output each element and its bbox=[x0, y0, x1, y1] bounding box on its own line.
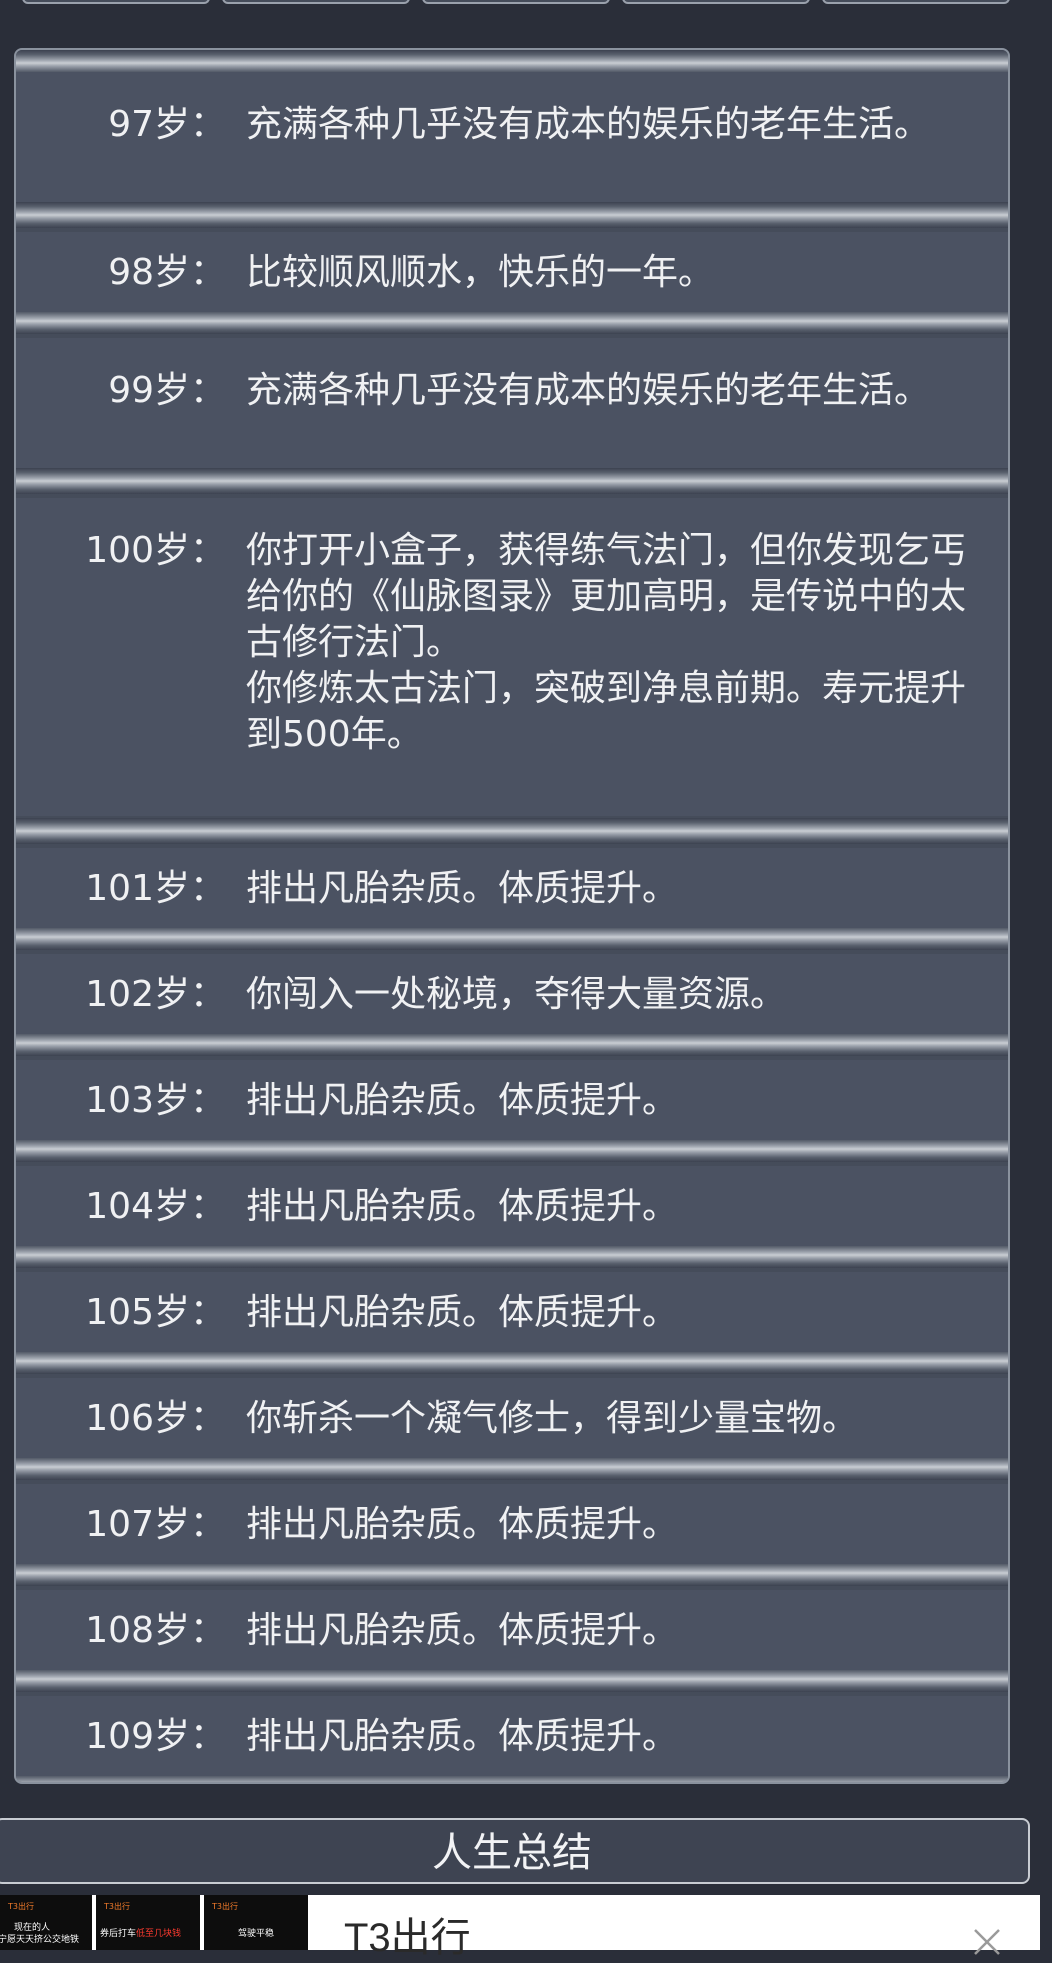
log-entry-text: 排出凡胎杂质。体质提升。 bbox=[246, 868, 679, 909]
log-entry: 98岁： 比较顺风顺水，快乐的一年。 bbox=[16, 232, 1008, 312]
life-log-panel[interactable]: 97岁： 充满各种几乎没有成本的娱乐的老年生活。 98岁： 比较顺风顺水，快乐的一年。… bbox=[14, 48, 1010, 1784]
top-tab-2[interactable] bbox=[222, 0, 410, 4]
log-entry-text: 排出凡胎杂质。体质提升。 bbox=[246, 1610, 679, 1651]
log-entry-age: 101岁： bbox=[85, 868, 226, 909]
log-entry: 101岁： 排出凡胎杂质。体质提升。 bbox=[16, 848, 1008, 928]
log-entry-text: 充满各种几乎没有成本的娱乐的老年生活。 bbox=[246, 370, 931, 411]
top-tab-3[interactable] bbox=[422, 0, 610, 4]
log-divider bbox=[16, 818, 1008, 844]
log-entry-text: 排出凡胎杂质。体质提升。 bbox=[246, 1186, 679, 1227]
log-entry-age: 103岁： bbox=[85, 1080, 226, 1121]
log-entry-age: 106岁： bbox=[85, 1398, 226, 1439]
log-divider bbox=[16, 202, 1008, 228]
log-entry-age: 99岁： bbox=[108, 370, 226, 411]
log-entry-text: 比较顺风顺水，快乐的一年。 bbox=[246, 252, 715, 293]
top-tab-4[interactable] bbox=[622, 0, 810, 4]
log-entry-age: 102岁： bbox=[85, 974, 226, 1015]
log-entry-text: 排出凡胎杂质。体质提升。 bbox=[246, 1716, 679, 1757]
log-entry-age: 104岁： bbox=[85, 1186, 226, 1227]
log-entry-age: 109岁： bbox=[85, 1716, 226, 1757]
ad-thumb-logo: T3出行 bbox=[212, 1902, 238, 1911]
log-entry-text: 排出凡胎杂质。体质提升。 bbox=[246, 1080, 679, 1121]
ad-title[interactable]: T3出行 bbox=[344, 1905, 471, 1963]
log-entry-age: 105岁： bbox=[85, 1292, 226, 1333]
log-entry: 108岁： 排出凡胎杂质。体质提升。 bbox=[16, 1590, 1008, 1670]
ad-thumb-1[interactable]: T3出行 现在的人 宁愿天天挤公交地铁 bbox=[0, 1895, 92, 1950]
ad-thumb-3[interactable]: T3出行 驾驶平稳 bbox=[204, 1895, 308, 1950]
log-entry-text: 充满各种几乎没有成本的娱乐的老年生活。 bbox=[246, 104, 931, 145]
log-entry-age: 107岁： bbox=[85, 1504, 226, 1545]
log-entry-age: 108岁： bbox=[85, 1610, 226, 1651]
log-entry: 107岁： 排出凡胎杂质。体质提升。 bbox=[16, 1484, 1008, 1564]
log-entry: 100岁： 你打开小盒子，获得练气法门，但你发现乞丐给你的《仙脉图录》更加高明，是… bbox=[16, 498, 1008, 816]
log-entry: 105岁： 排出凡胎杂质。体质提升。 bbox=[16, 1272, 1008, 1352]
log-entry-text: 你斩杀一个凝气修士，得到少量宝物。 bbox=[246, 1398, 859, 1439]
log-entry-age: 98岁： bbox=[108, 252, 226, 293]
log-entry: 97岁： 充满各种几乎没有成本的娱乐的老年生活。 bbox=[16, 72, 1008, 202]
log-entry: 109岁： 排出凡胎杂质。体质提升。 bbox=[16, 1696, 1008, 1776]
log-entry-age: 97岁： bbox=[108, 104, 226, 145]
log-entry: 102岁： 你闯入一处秘境，夺得大量资源。 bbox=[16, 954, 1008, 1034]
log-entry: 106岁： 你斩杀一个凝气修士，得到少量宝物。 bbox=[16, 1378, 1008, 1458]
log-entry-text: 排出凡胎杂质。体质提升。 bbox=[246, 1292, 679, 1333]
ad-thumb-caption: 券后打车低至几块钱 bbox=[100, 1929, 182, 1939]
log-divider bbox=[16, 468, 1008, 494]
ad-thumb-caption: 现在的人 bbox=[14, 1923, 51, 1933]
log-entry-text: 排出凡胎杂质。体质提升。 bbox=[246, 1504, 679, 1545]
life-summary-button[interactable]: 人生总结 bbox=[0, 1818, 1030, 1884]
top-tab-1[interactable] bbox=[22, 0, 210, 4]
top-tab-bar bbox=[0, 0, 1052, 12]
ad-thumb-logo: T3出行 bbox=[8, 1902, 34, 1911]
top-tab-5[interactable] bbox=[822, 0, 1010, 4]
log-entry: 99岁： 充满各种几乎没有成本的娱乐的老年生活。 bbox=[16, 338, 1008, 468]
ad-banner[interactable]: T3出行 现在的人 宁愿天天挤公交地铁 T3出行 券后打车低至几块钱 T3出行 … bbox=[0, 1895, 1040, 1960]
log-entry: 103岁： 排出凡胎杂质。体质提升。 bbox=[16, 1060, 1008, 1140]
log-entry-age: 100岁： bbox=[85, 530, 226, 571]
log-entry-text: 你打开小盒子，获得练气法门，但你发现乞丐给你的《仙脉图录》更加高明，是传说中的太… bbox=[246, 530, 967, 755]
ad-thumb-2[interactable]: T3出行 券后打车低至几块钱 bbox=[96, 1895, 200, 1950]
ad-thumb-caption: 驾驶平稳 bbox=[238, 1929, 275, 1939]
close-icon[interactable] bbox=[972, 1927, 1002, 1957]
ad-thumb-caption: 宁愿天天挤公交地铁 bbox=[0, 1935, 80, 1945]
log-entry: 104岁： 排出凡胎杂质。体质提升。 bbox=[16, 1166, 1008, 1246]
ad-thumb-logo: T3出行 bbox=[104, 1902, 130, 1911]
log-entry-text: 你闯入一处秘境，夺得大量资源。 bbox=[246, 974, 787, 1015]
